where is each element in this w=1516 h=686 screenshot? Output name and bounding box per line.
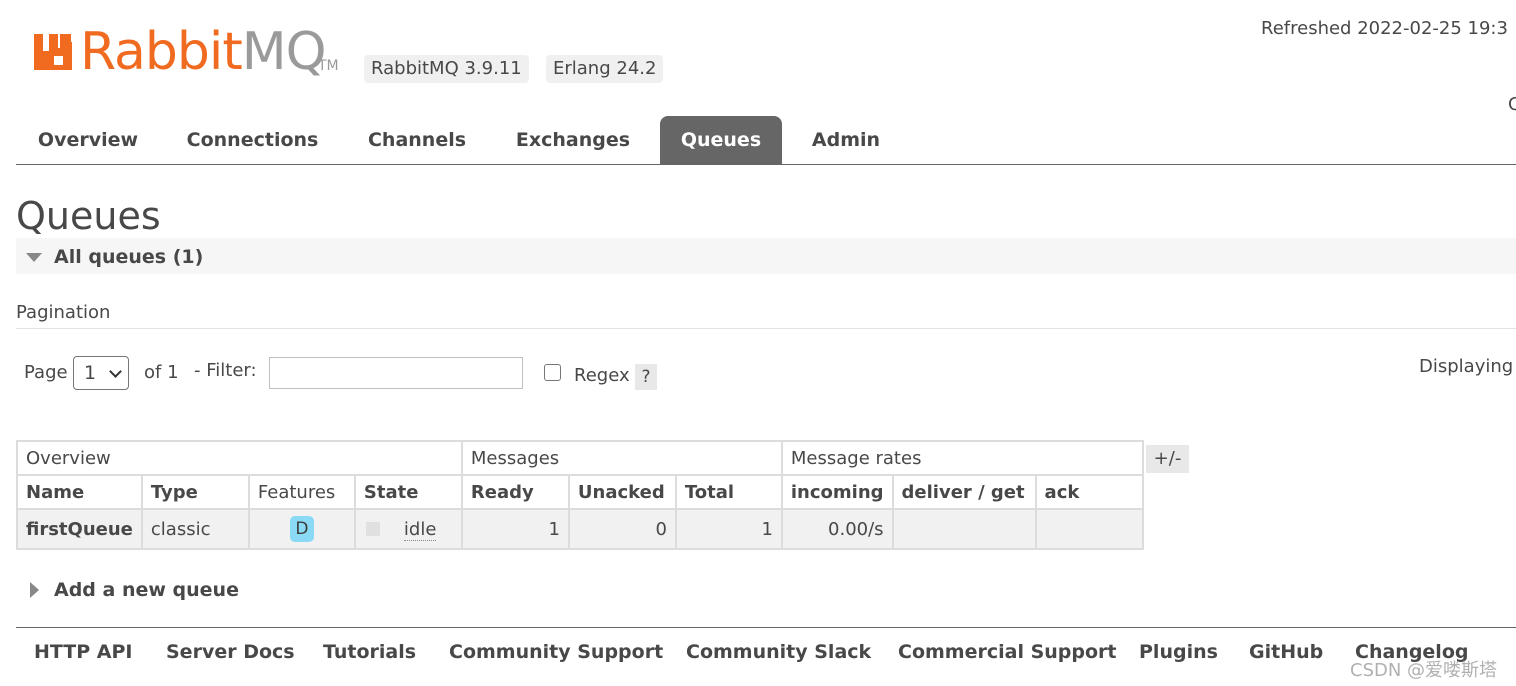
watermark: CSDN @爱喽斯塔 xyxy=(1350,660,1498,681)
columns-toggle-button[interactable]: +/- xyxy=(1146,445,1189,473)
queue-ack-rate xyxy=(1034,508,1144,550)
all-queues-section-toggle[interactable]: All queues (1) xyxy=(16,238,1516,274)
tab-connections[interactable]: Connections xyxy=(176,116,329,164)
footer-link-plugins[interactable]: Plugins xyxy=(1139,641,1218,663)
displaying-label: Displaying xyxy=(1419,356,1514,377)
col-state[interactable]: State xyxy=(353,474,463,510)
filter-label: - Filter: xyxy=(194,360,257,381)
expand-triangle-icon xyxy=(30,582,39,598)
tab-exchanges[interactable]: Exchanges xyxy=(504,116,642,164)
refreshed-timestamp[interactable]: Refreshed 2022-02-25 19:3 xyxy=(1261,18,1508,39)
pagination-label: Pagination xyxy=(16,302,111,323)
tab-queues[interactable]: Queues xyxy=(660,116,782,164)
clipped-header-text: C xyxy=(1508,94,1516,115)
footer-link-server-docs[interactable]: Server Docs xyxy=(166,641,295,663)
table-column-header-row: Name Type Features State Ready Unacked T… xyxy=(16,474,1144,510)
queue-type: classic xyxy=(140,508,250,550)
collapse-triangle-icon xyxy=(26,253,42,262)
footer-link-community-slack[interactable]: Community Slack xyxy=(686,641,871,663)
chevron-down-icon xyxy=(109,365,122,378)
col-features: Features xyxy=(247,474,356,510)
page-label: Page xyxy=(24,362,68,383)
table-group-header-row: Overview Messages Message rates xyxy=(16,440,1144,476)
col-incoming[interactable]: incoming xyxy=(780,474,894,510)
tab-channels[interactable]: Channels xyxy=(356,116,478,164)
main-nav: Overview Connections Channels Exchanges … xyxy=(16,116,1516,165)
logo-trademark: TM xyxy=(318,58,339,74)
footer-link-community-support[interactable]: Community Support xyxy=(449,641,663,663)
page-select-value: 1 xyxy=(84,362,97,384)
rabbitmq-version-badge: RabbitMQ 3.9.11 xyxy=(364,55,529,83)
rabbit-logo-icon xyxy=(34,34,72,70)
queue-state[interactable]: idle xyxy=(403,518,437,541)
regex-label: Regex xyxy=(574,365,630,386)
feature-durable-badge[interactable]: D xyxy=(289,516,314,542)
queue-deliver-get-rate xyxy=(891,508,1037,550)
erlang-version-badge: Erlang 24.2 xyxy=(546,55,664,83)
footer-link-tutorials[interactable]: Tutorials xyxy=(323,641,416,663)
table-row[interactable]: firstQueue classic D idle 1 0 1 0.00/s xyxy=(16,508,1144,550)
col-total[interactable]: Total xyxy=(674,474,783,510)
regex-help-button[interactable]: ? xyxy=(635,364,657,390)
section-title: All queues (1) xyxy=(54,246,204,268)
queue-total: 1 xyxy=(674,508,783,550)
queues-table: Overview Messages Message rates Name Typ… xyxy=(16,440,1144,550)
filter-input[interactable] xyxy=(269,357,523,389)
queue-name-link[interactable]: firstQueue xyxy=(16,508,143,550)
group-messages: Messages xyxy=(460,440,783,476)
footer-link-github[interactable]: GitHub xyxy=(1249,641,1323,663)
queue-ready: 1 xyxy=(460,508,570,550)
page-title: Queues xyxy=(16,194,161,238)
add-queue-label: Add a new queue xyxy=(54,579,239,601)
queue-incoming-rate: 0.00/s xyxy=(780,508,894,550)
tab-overview[interactable]: Overview xyxy=(18,116,158,164)
group-message-rates: Message rates xyxy=(780,440,1144,476)
col-name[interactable]: Name xyxy=(16,474,143,510)
state-indicator-icon xyxy=(365,521,380,536)
page-count-label: of 1 xyxy=(144,362,179,383)
col-type[interactable]: Type xyxy=(140,474,250,510)
queue-unacked: 0 xyxy=(567,508,677,550)
col-ready[interactable]: Ready xyxy=(460,474,570,510)
logo-text-rabbit: Rabbit xyxy=(80,22,243,82)
col-unacked[interactable]: Unacked xyxy=(567,474,677,510)
footer-link-http-api[interactable]: HTTP API xyxy=(34,641,133,663)
tab-admin[interactable]: Admin xyxy=(798,116,894,164)
regex-checkbox[interactable] xyxy=(544,364,561,381)
page-select[interactable]: 1 xyxy=(73,356,129,390)
logo-text-mq: MQ xyxy=(241,22,327,82)
footer-divider xyxy=(16,627,1516,628)
col-deliver-get[interactable]: deliver / get xyxy=(891,474,1037,510)
col-ack[interactable]: ack xyxy=(1034,474,1144,510)
divider xyxy=(16,328,1516,329)
group-overview: Overview xyxy=(16,440,463,476)
footer-link-commercial-support[interactable]: Commercial Support xyxy=(898,641,1117,663)
